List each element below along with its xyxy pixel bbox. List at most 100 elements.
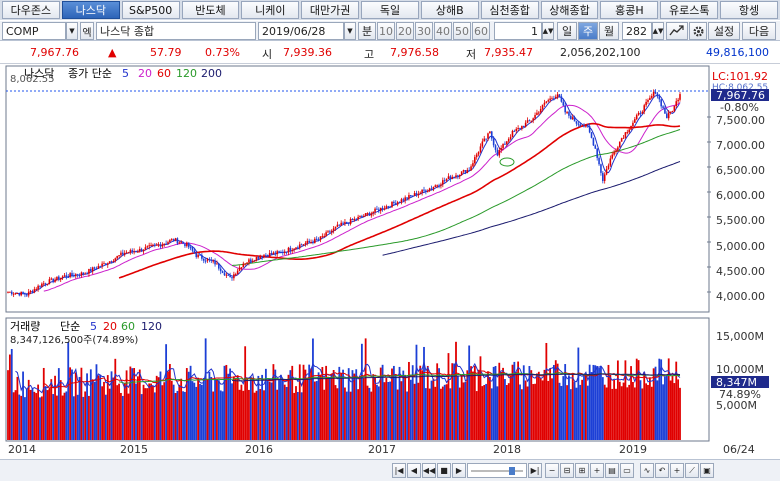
tab-hongkong-h[interactable]: 홍콩H <box>600 1 659 19</box>
zoom-plus-icon[interactable]: + <box>590 463 604 478</box>
candle-body <box>101 263 103 267</box>
scroll-left-icon[interactable]: ◀ <box>407 463 421 478</box>
print-icon[interactable]: ▤ <box>605 463 619 478</box>
tab-shanghai-b[interactable]: 상해B <box>420 1 479 19</box>
candle-body <box>182 242 184 244</box>
tab-dow[interactable]: 다우존스 <box>2 1 60 19</box>
candle-body <box>169 240 171 243</box>
tab-semiconductor[interactable]: 반도체 <box>181 1 240 19</box>
period-60-button[interactable]: 60 <box>472 22 490 40</box>
volume-bar <box>253 392 256 440</box>
save-icon[interactable]: ▣ <box>700 463 714 478</box>
volume-bar <box>71 369 73 440</box>
period-40-button[interactable]: 40 <box>434 22 452 40</box>
volume-bar <box>185 368 188 440</box>
volume-bar <box>340 373 343 440</box>
date-input[interactable]: 2019/06/28 <box>258 22 344 40</box>
tab-sp500[interactable]: S&P500 <box>121 1 180 19</box>
volume-bar <box>332 370 335 440</box>
tab-nikkei[interactable]: 니케이 <box>241 1 300 19</box>
scroll-slider[interactable] <box>467 463 527 478</box>
candle-body <box>214 260 216 265</box>
trend-icon[interactable]: ⟋ <box>685 463 699 478</box>
count-input[interactable]: 282 <box>622 22 652 40</box>
candle-body <box>357 216 359 220</box>
price-summary: 7,967.76 ▲ 57.79 0.73% 시 7,939.36 고 7,97… <box>0 42 780 64</box>
period-day-button[interactable]: 일 <box>557 22 577 40</box>
volume-bar <box>231 383 233 440</box>
screen-icon[interactable]: ▭ <box>620 463 634 478</box>
tab-hangseng[interactable]: 항셍 <box>720 1 778 19</box>
tab-taiwan[interactable]: 대만가권 <box>301 1 360 19</box>
rewind-icon[interactable]: ◀◀ <box>422 463 436 478</box>
candle-body <box>421 189 423 193</box>
date-dropdown-icon[interactable]: ▼ <box>344 22 356 40</box>
tab-germany[interactable]: 독일 <box>361 1 419 19</box>
zoom-in-icon[interactable]: ⊞ <box>575 463 589 478</box>
period-month-button[interactable]: 월 <box>599 22 619 40</box>
scroll-right-icon[interactable]: ▶| <box>528 463 542 478</box>
volume-bar <box>210 376 213 440</box>
gear-icon[interactable] <box>689 22 707 40</box>
volume-bar <box>202 377 205 440</box>
candle-body <box>443 180 446 182</box>
chart-tools-icon[interactable] <box>666 22 688 40</box>
volume-bar <box>278 379 280 440</box>
symbol-input[interactable]: COMP <box>2 22 66 40</box>
chart-line-icon[interactable]: ∿ <box>640 463 654 478</box>
candle-body <box>263 255 265 258</box>
candle-body <box>344 221 346 224</box>
volume-bar <box>421 370 424 440</box>
first-page-icon[interactable]: |◀ <box>392 463 406 478</box>
volume-bar <box>246 378 248 440</box>
zoom-minus-icon[interactable]: − <box>545 463 559 478</box>
volume-bar <box>108 388 111 440</box>
tab-nasdaq[interactable]: 나스닥 <box>61 1 120 19</box>
multiplier-input[interactable]: 1 <box>494 22 542 40</box>
next-button[interactable]: 다음 <box>742 22 776 40</box>
candle-body <box>385 206 388 209</box>
volume-bar <box>61 395 64 440</box>
symbol-name-field: 나스닥 종합 <box>96 22 256 40</box>
period-minute-button[interactable]: 분 <box>358 22 376 40</box>
volume-bar <box>306 378 309 440</box>
period-50-button[interactable]: 50 <box>453 22 471 40</box>
forward-icon[interactable]: ▶ <box>452 463 466 478</box>
tab-shenzhen[interactable]: 심천종합 <box>480 1 539 19</box>
volume-bar <box>413 383 416 440</box>
zoom-out-icon[interactable]: ⊟ <box>560 463 574 478</box>
price-tick: 4,500.00 <box>716 265 765 278</box>
tab-eurostoxx[interactable]: 유로스톡 <box>660 1 719 19</box>
stop-icon[interactable]: ■ <box>437 463 451 478</box>
symbol-search-button[interactable]: 엑 <box>80 22 94 40</box>
candle-body <box>613 152 615 155</box>
volume-bar <box>121 395 124 440</box>
candle-body <box>679 94 681 100</box>
candle-body <box>498 150 501 156</box>
count-spin-icon[interactable]: ▲▼ <box>652 22 664 40</box>
volume-bar <box>146 388 149 440</box>
crosshair-icon[interactable]: + <box>670 463 684 478</box>
multiplier-spin-icon[interactable]: ▲▼ <box>542 22 554 40</box>
candle-body <box>393 201 395 204</box>
undo-icon[interactable]: ↶ <box>655 463 669 478</box>
x-axis-label: 2015 <box>120 443 148 456</box>
symbol-dropdown-icon[interactable]: ▼ <box>66 22 78 40</box>
volume-bar <box>88 395 90 440</box>
volume-bar <box>191 381 194 440</box>
volume-bar <box>174 393 177 440</box>
volume-bar <box>415 344 418 440</box>
candle-body <box>41 283 43 287</box>
period-week-button[interactable]: 주 <box>578 22 598 40</box>
volume-bar <box>536 373 538 440</box>
period-10-button[interactable]: 10 <box>377 22 395 40</box>
candle-body <box>88 268 90 274</box>
candle-body <box>7 291 9 293</box>
tab-shanghai[interactable]: 상해종합 <box>540 1 599 19</box>
settings-button[interactable]: 설정 <box>708 22 740 40</box>
period-20-button[interactable]: 20 <box>396 22 414 40</box>
period-30-button[interactable]: 30 <box>415 22 433 40</box>
high-value: 7,976.58 <box>390 46 439 59</box>
volume-bar <box>519 384 521 440</box>
candle-body <box>95 268 98 270</box>
